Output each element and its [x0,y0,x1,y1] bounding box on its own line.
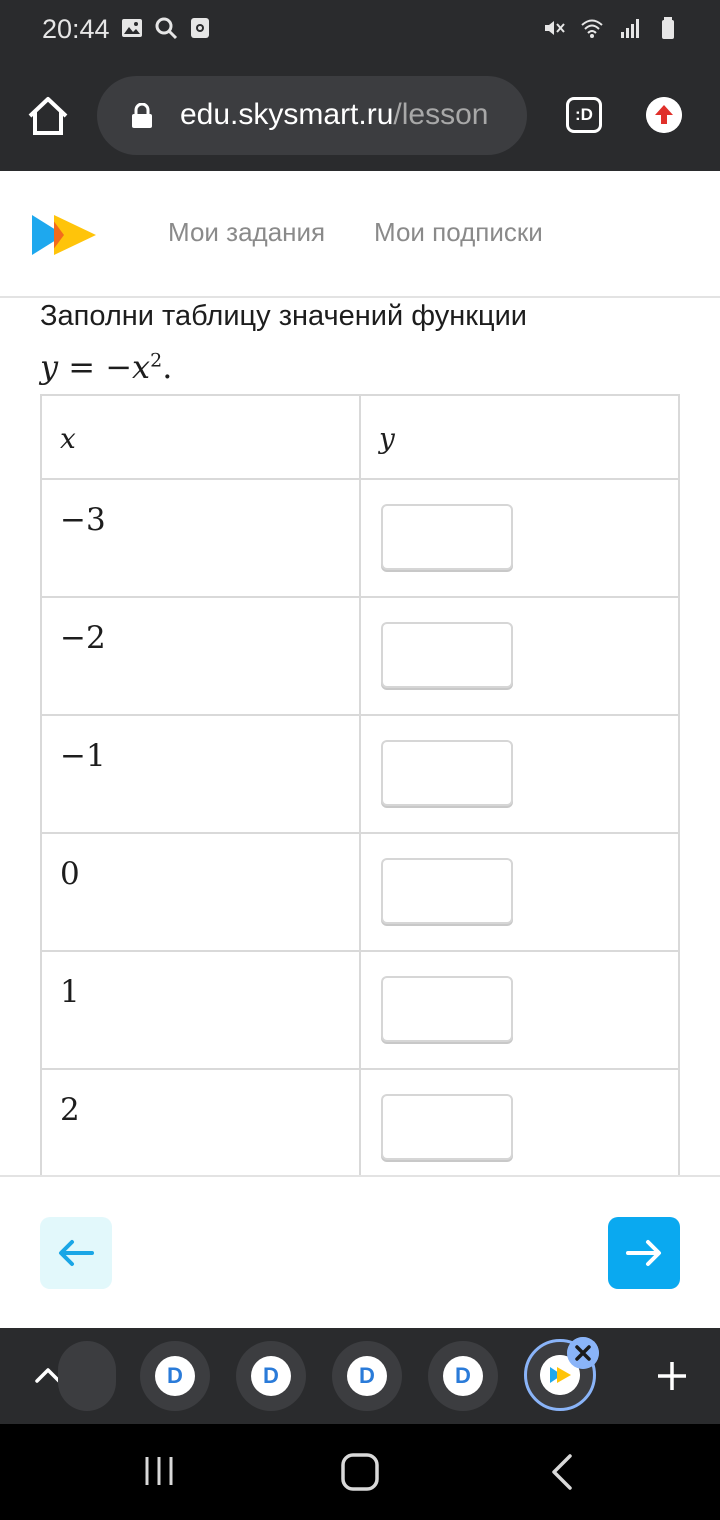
nav-my-subscriptions[interactable]: Мои подписки [374,217,543,248]
close-icon[interactable] [567,1337,599,1369]
search-icon [155,17,178,40]
dnevnik-favicon-icon: D [347,1356,387,1396]
next-button[interactable] [608,1217,680,1289]
y-answer-input[interactable] [381,976,513,1042]
home-icon[interactable] [26,94,70,138]
tab-thumbnail[interactable]: D [332,1341,402,1411]
status-bar: 20:44 [0,0,720,60]
formula-lhs: y [40,348,59,386]
battery-icon [662,17,674,39]
arrow-left-icon [59,1240,94,1266]
tab-thumbnail[interactable]: D [236,1341,306,1411]
system-nav-bar [0,1424,720,1520]
x-value: −3 [40,478,361,598]
header-x: x [40,394,361,480]
tab-strip: D D D D [0,1328,720,1424]
dnevnik-favicon-icon: D [251,1356,291,1396]
footer-divider [0,1175,720,1177]
y-cell [359,478,680,598]
status-time: 20:44 [42,14,110,44]
arrow-right-icon [626,1240,661,1266]
table-row: 2 [40,1068,680,1175]
y-cell [359,832,680,952]
wifi-icon [581,19,603,38]
formula-var: x [132,348,151,386]
task-content: Заполни таблицу значений функции y = −x2… [0,298,720,1175]
task-instruction: Заполни таблицу значений функции [40,300,527,332]
x-value: −2 [40,596,361,716]
nav-my-tasks[interactable]: Мои задания [168,217,325,248]
header-y: y [359,394,680,480]
lock-icon [132,103,152,128]
y-answer-input[interactable] [381,858,513,924]
previous-button[interactable] [40,1217,112,1289]
gallery-icon [122,19,142,37]
y-cell [359,714,680,834]
signal-icon [621,19,639,38]
y-answer-input[interactable] [381,740,513,806]
table-row: −1 [40,714,680,834]
y-answer-input[interactable] [381,1094,513,1160]
tab-thumbnail[interactable]: D [428,1341,498,1411]
y-answer-input[interactable] [381,504,513,570]
table-row: 1 [40,950,680,1070]
screen-record-icon [191,18,209,38]
tab-thumbnail[interactable]: D [140,1341,210,1411]
status-icons-left [120,16,212,40]
y-cell [359,596,680,716]
recent-apps-icon[interactable] [142,1454,176,1488]
x-value: 1 [40,950,361,1070]
plus-icon[interactable] [654,1358,690,1394]
formula-minus: − [105,348,133,386]
tab-thumbnail-partial[interactable] [58,1341,116,1411]
upload-arrow-icon[interactable] [646,97,682,133]
task-formula: y = −x2. [40,348,172,386]
mute-icon [545,21,565,35]
status-icons-right [542,16,680,40]
values-table: x y −3 −2 −1 0 1 2 [40,394,680,1175]
home-nav-icon[interactable] [340,1452,380,1492]
table-row: 0 [40,832,680,952]
back-icon[interactable] [548,1452,576,1492]
tab-switcher-button[interactable]: :D [566,97,602,133]
dnevnik-favicon-icon: D [443,1356,483,1396]
formula-equals: = [68,348,96,386]
y-answer-input[interactable] [381,622,513,688]
address-bar[interactable]: edu.skysmart.ru/lesson [97,76,527,155]
table-row: −2 [40,596,680,716]
formula-end: . [162,348,173,386]
table-row: −3 [40,478,680,598]
url-path: /lesson [393,98,489,131]
x-value: 2 [40,1068,361,1175]
y-cell [359,1068,680,1175]
dnevnik-favicon-icon: D [155,1356,195,1396]
y-cell [359,950,680,1070]
browser-toolbar: edu.skysmart.ru/lesson :D [0,60,720,171]
x-value: −1 [40,714,361,834]
table-header-row: x y [40,394,680,480]
site-header: Мои задания Мои подписки [0,171,720,298]
formula-exponent: 2 [150,349,163,372]
url-domain: edu.skysmart.ru [180,98,394,131]
url-text[interactable]: edu.skysmart.ru/lesson [180,98,510,132]
skysmart-logo[interactable] [32,212,96,258]
x-value: 0 [40,832,361,952]
